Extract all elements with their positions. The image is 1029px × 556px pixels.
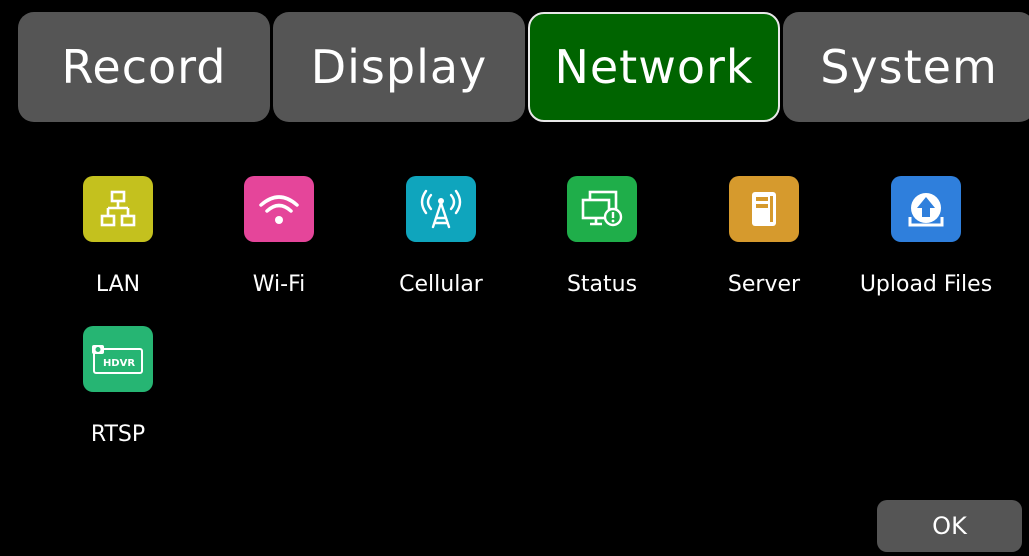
server-icon — [729, 176, 799, 242]
menu-item-label: Upload Files — [859, 272, 993, 297]
menu-item-label: Wi-Fi — [252, 272, 306, 297]
tab-bar: Record Display Network System — [18, 12, 1029, 122]
menu-item-lan[interactable]: LAN — [38, 176, 198, 316]
menu-item-server[interactable]: Server — [684, 176, 844, 316]
menu-item-wifi[interactable]: Wi-Fi — [199, 176, 359, 316]
tab-system[interactable]: System — [783, 12, 1029, 122]
lan-network-icon — [83, 176, 153, 242]
menu-item-cellular[interactable]: Cellular — [361, 176, 521, 316]
ok-button[interactable]: OK — [877, 500, 1022, 552]
network-settings-screen: Record Display Network System LAN Wi-Fi … — [0, 0, 1029, 556]
tab-network[interactable]: Network — [528, 12, 780, 122]
menu-item-label: LAN — [95, 272, 141, 297]
cellular-tower-icon — [406, 176, 476, 242]
menu-item-rtsp[interactable]: HDVR RTSP — [38, 326, 198, 466]
menu-item-label: Server — [727, 272, 801, 297]
upload-icon — [891, 176, 961, 242]
tab-display[interactable]: Display — [273, 12, 525, 122]
tab-record[interactable]: Record — [18, 12, 270, 122]
menu-item-upload-files[interactable]: Upload Files — [846, 176, 1006, 316]
menu-item-label: Status — [566, 272, 638, 297]
wifi-icon — [244, 176, 314, 242]
hdvr-camera-icon: HDVR — [83, 326, 153, 392]
hdvr-badge-text: HDVR — [103, 358, 135, 369]
menu-item-status[interactable]: Status — [522, 176, 682, 316]
monitor-status-icon — [567, 176, 637, 242]
menu-item-label: RTSP — [90, 422, 146, 447]
menu-item-label: Cellular — [399, 272, 483, 297]
